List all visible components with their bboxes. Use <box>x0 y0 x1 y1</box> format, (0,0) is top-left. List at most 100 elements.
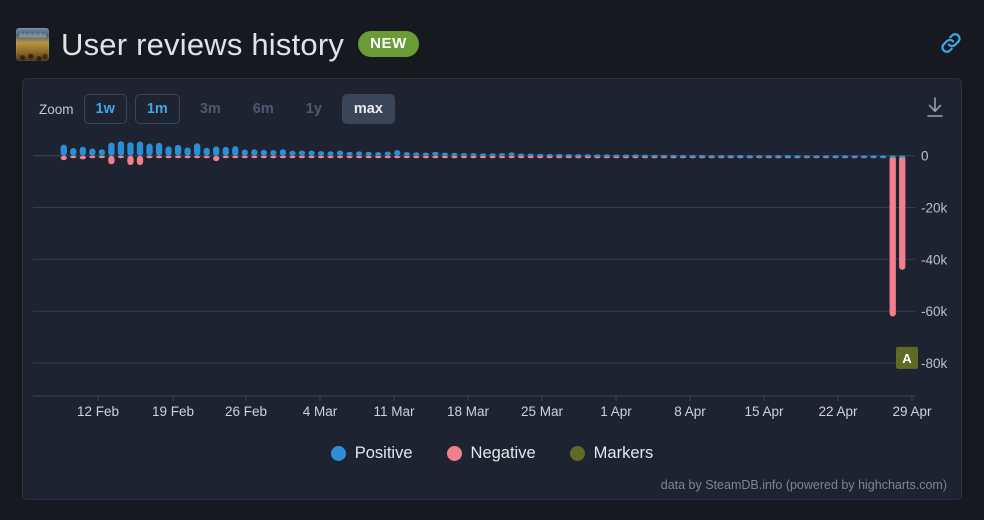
chart-bar-negative[interactable] <box>498 155 506 159</box>
chart-bar-positive[interactable] <box>699 154 706 158</box>
chart-bar-negative[interactable] <box>889 155 896 317</box>
chart-bar-positive[interactable] <box>365 151 372 156</box>
chart-bar-positive[interactable] <box>880 155 887 158</box>
chart-bar-negative[interactable] <box>174 155 182 159</box>
chart-bar-positive[interactable] <box>384 151 391 156</box>
chart-bar-positive[interactable] <box>899 155 906 158</box>
chart-bar-positive[interactable] <box>203 147 210 156</box>
chart-bar-negative[interactable] <box>279 155 287 159</box>
chart-bar-positive[interactable] <box>517 153 525 157</box>
chart-bar-positive[interactable] <box>375 152 382 156</box>
chart-bar-negative[interactable] <box>470 155 477 159</box>
chart-bar-positive[interactable] <box>222 146 229 156</box>
chart-bar-positive[interactable] <box>298 150 306 156</box>
chart-bar-positive[interactable] <box>251 149 258 156</box>
chart-bar-negative[interactable] <box>899 155 906 270</box>
chart-bar-negative[interactable] <box>413 155 420 159</box>
chart-bar-positive[interactable] <box>660 154 668 158</box>
chart-bar-negative[interactable] <box>365 155 372 159</box>
chart-bar-positive[interactable] <box>451 152 458 156</box>
chart-bar-positive[interactable] <box>822 155 830 158</box>
zoom-range-1m[interactable]: 1m <box>134 93 180 125</box>
chart-bar-negative[interactable] <box>346 155 353 159</box>
chart-bar-negative[interactable] <box>194 155 201 159</box>
chart-bar-positive[interactable] <box>622 154 630 158</box>
chart-bar-positive[interactable] <box>727 155 734 158</box>
chart-bar-positive[interactable] <box>165 146 172 156</box>
chart-bar-positive[interactable] <box>117 141 125 156</box>
chart-bar-positive[interactable] <box>889 155 896 158</box>
zoom-range-max[interactable]: max <box>341 93 395 125</box>
chart-bar-positive[interactable] <box>174 144 182 156</box>
chart-bar-negative[interactable] <box>251 155 258 159</box>
chart-bar-negative[interactable] <box>336 155 344 159</box>
chart-bar-negative[interactable] <box>508 155 515 159</box>
chart-bar-positive[interactable] <box>870 155 877 158</box>
chart-credit[interactable]: data by SteamDB.info (powered by highcha… <box>661 478 947 492</box>
chart-bar-positive[interactable] <box>508 152 515 156</box>
chart-bar-positive[interactable] <box>546 154 553 157</box>
chart-bar-negative[interactable] <box>146 155 153 159</box>
link-icon[interactable] <box>938 30 964 56</box>
chart-bar-negative[interactable] <box>422 155 429 159</box>
chart-bar-negative[interactable] <box>155 155 163 159</box>
legend-item-negative[interactable]: Negative <box>446 444 536 463</box>
chart-bar-positive[interactable] <box>336 150 344 156</box>
chart-bar-negative[interactable] <box>260 155 267 159</box>
chart-bar-positive[interactable] <box>594 154 601 157</box>
chart-bar-positive[interactable] <box>289 150 296 156</box>
chart-bar-positive[interactable] <box>584 154 591 157</box>
chart-bar-negative[interactable] <box>327 155 334 159</box>
chart-bar-positive[interactable] <box>718 154 725 158</box>
chart-bar-negative[interactable] <box>375 155 382 159</box>
chart-bar-positive[interactable] <box>441 152 449 156</box>
chart-bar-positive[interactable] <box>413 152 420 156</box>
chart-bar-positive[interactable] <box>355 151 363 156</box>
chart-bar-positive[interactable] <box>241 149 248 156</box>
chart-plot-area[interactable]: 0 -20k -40k -60k -80k 12 Feb 19 Feb 26 Feb 4 Mar… <box>23 131 961 441</box>
chart-bar-positive[interactable] <box>60 144 67 156</box>
chart-bar-positive[interactable] <box>689 154 696 158</box>
chart-bar-negative[interactable] <box>203 155 210 159</box>
zoom-range-1y[interactable]: 1y <box>294 94 334 125</box>
chart-bar-positive[interactable] <box>794 155 801 158</box>
chart-bar-positive[interactable] <box>851 155 858 158</box>
chart-bar-positive[interactable] <box>279 149 287 156</box>
chart-bar-positive[interactable] <box>232 146 239 156</box>
chart-bar-positive[interactable] <box>327 151 334 156</box>
chart-bar-positive[interactable] <box>479 153 487 156</box>
chart-bar-negative[interactable] <box>108 155 115 165</box>
chart-bar-negative[interactable] <box>60 155 67 161</box>
chart-bar-positive[interactable] <box>813 155 820 158</box>
chart-bar-positive[interactable] <box>565 154 572 157</box>
chart-bar-positive[interactable] <box>632 154 639 157</box>
chart-bar-negative[interactable] <box>98 155 106 159</box>
chart-bar-positive[interactable] <box>213 146 220 156</box>
legend-item-markers[interactable]: Markers <box>569 444 653 463</box>
chart-bar-positive[interactable] <box>641 154 649 158</box>
chart-bar-positive[interactable] <box>155 142 163 156</box>
chart-bar-positive[interactable] <box>708 154 715 158</box>
chart-bar-negative[interactable] <box>432 155 439 159</box>
chart-bar-positive[interactable] <box>346 151 353 156</box>
chart-bar-positive[interactable] <box>860 155 868 158</box>
legend-item-positive[interactable]: Positive <box>330 444 413 463</box>
chart-bar-positive[interactable] <box>394 150 401 156</box>
chart-bar-negative[interactable] <box>241 155 248 159</box>
chart-bar-positive[interactable] <box>184 147 191 156</box>
chart-bar-positive[interactable] <box>775 155 782 158</box>
chart-bar-positive[interactable] <box>613 154 620 157</box>
chart-bar-negative[interactable] <box>79 155 86 160</box>
chart-bar-negative[interactable] <box>489 155 496 159</box>
chart-bar-positive[interactable] <box>108 142 115 156</box>
chart-bar-positive[interactable] <box>460 153 468 156</box>
chart-bar-positive[interactable] <box>470 153 477 156</box>
chart-bar-negative[interactable] <box>355 155 363 159</box>
chart-bar-negative[interactable] <box>70 155 77 159</box>
chart-bar-positive[interactable] <box>489 153 496 156</box>
chart-bar-positive[interactable] <box>575 154 582 157</box>
game-thumbnail[interactable] <box>16 27 49 61</box>
chart-bar-negative[interactable] <box>403 155 410 159</box>
chart-bar-positive[interactable] <box>498 153 506 156</box>
chart-bar-positive[interactable] <box>146 143 153 156</box>
